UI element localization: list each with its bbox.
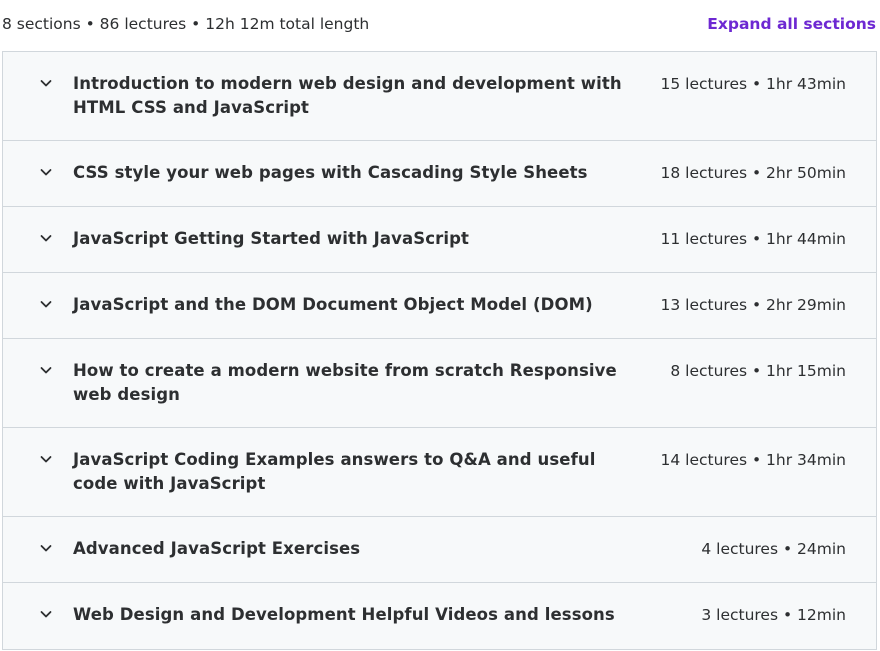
section-row[interactable]: CSS style your web pages with Cascading … [3,141,876,207]
section-title: How to create a modern website from scra… [73,361,617,404]
chevron-down-icon [39,165,53,179]
section-title: CSS style your web pages with Cascading … [73,163,588,182]
section-title: Advanced JavaScript Exercises [73,539,361,558]
section-meta: 4 lectures • 24min [701,540,846,558]
chevron-down-icon [39,541,53,555]
section-meta: 18 lectures • 2hr 50min [660,164,847,182]
chevron-down-icon [39,231,53,245]
curriculum-summary-bar: 8 sections • 86 lectures • 12h 12m total… [0,0,880,51]
section-row[interactable]: JavaScript Getting Started with JavaScri… [3,207,876,273]
section-row[interactable]: Advanced JavaScript Exercises 4 lectures… [3,517,876,583]
section-title: JavaScript and the DOM Document Object M… [73,295,593,314]
chevron-down-icon [39,452,53,466]
section-meta: 15 lectures • 1hr 43min [660,75,847,93]
curriculum-sections-list: Introduction to modern web design and de… [2,51,877,650]
section-meta: 8 lectures • 1hr 15min [670,362,846,380]
section-title: JavaScript Coding Examples answers to Q&… [73,450,596,493]
section-row[interactable]: JavaScript Coding Examples answers to Q&… [3,428,876,517]
section-title: JavaScript Getting Started with JavaScri… [73,229,470,248]
section-meta: 13 lectures • 2hr 29min [660,296,847,314]
section-row[interactable]: Introduction to modern web design and de… [3,52,876,141]
section-title: Web Design and Development Helpful Video… [73,605,615,624]
chevron-down-icon [39,297,53,311]
curriculum-summary: 8 sections • 86 lectures • 12h 12m total… [2,15,370,33]
expand-all-sections-button[interactable]: Expand all sections [707,15,876,33]
chevron-down-icon [39,363,53,377]
chevron-down-icon [39,607,53,621]
section-meta: 14 lectures • 1hr 34min [660,451,847,469]
section-row[interactable]: Web Design and Development Helpful Video… [3,583,876,649]
section-meta: 3 lectures • 12min [701,606,846,624]
section-row[interactable]: JavaScript and the DOM Document Object M… [3,273,876,339]
section-row[interactable]: How to create a modern website from scra… [3,339,876,428]
section-title: Introduction to modern web design and de… [73,74,622,117]
chevron-down-icon [39,76,53,90]
section-meta: 11 lectures • 1hr 44min [660,230,847,248]
